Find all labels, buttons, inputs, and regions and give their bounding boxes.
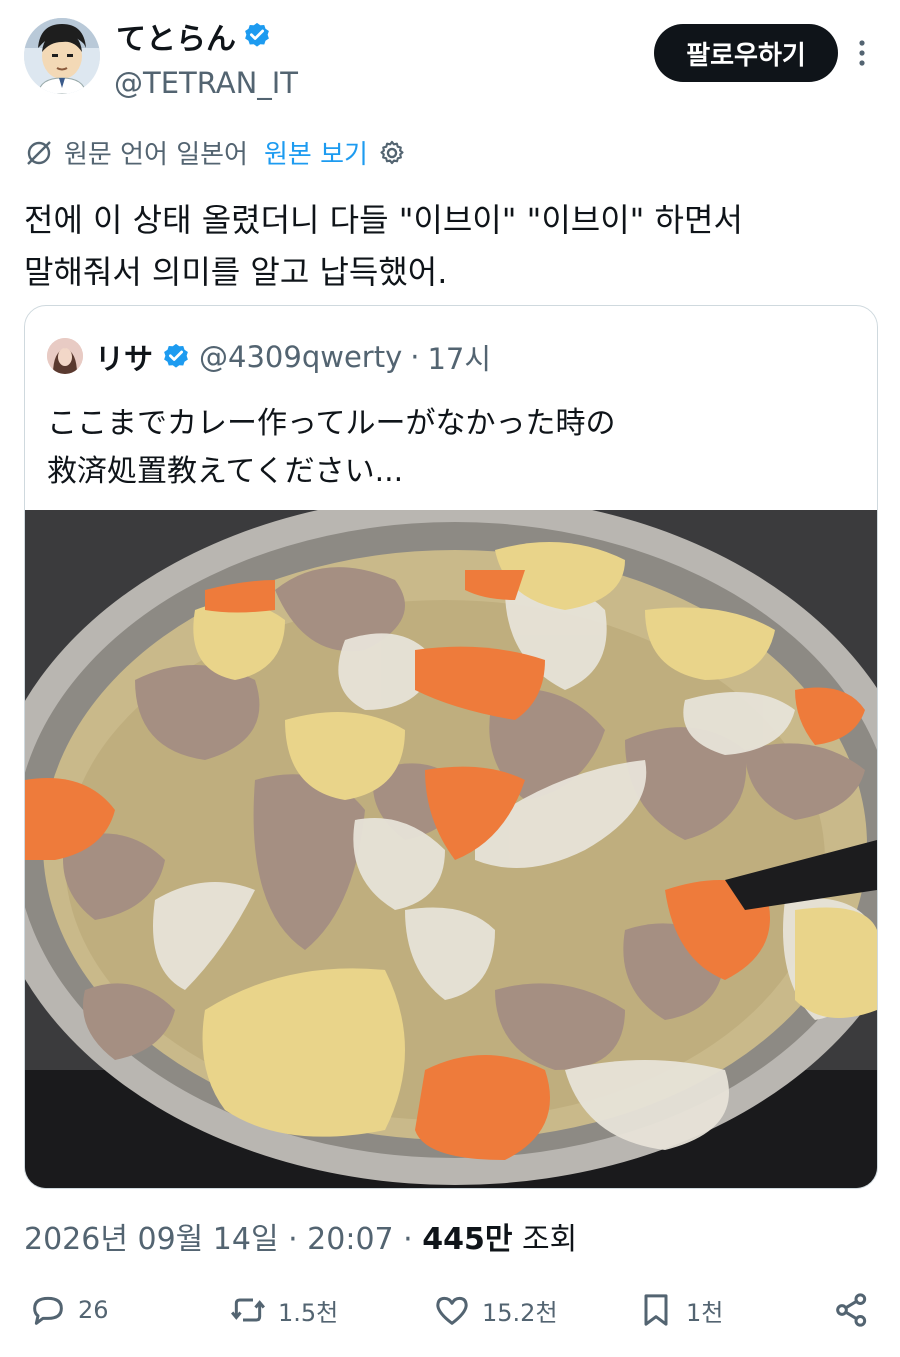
tweet-meta: 2026년 09월 14일 · 20:07 · 445만 조회 — [24, 1214, 577, 1258]
tweet-line: 말해줘서 의미를 알고 납득했어. — [24, 253, 448, 291]
verified-badge-icon — [164, 343, 188, 368]
share-button[interactable] — [832, 1290, 872, 1330]
tweet-text: 전에 이 상태 올렸더니 다들 "이브이" "이브이" 하면서 말해줘서 의미를… — [24, 194, 874, 298]
author-name-text: てとらん — [116, 22, 236, 57]
author-handle[interactable]: @TETRAN_IT — [114, 66, 298, 100]
quoted-line: 救済処置教えてください... — [47, 454, 404, 489]
repost-button[interactable]: 1.5천 — [228, 1290, 338, 1330]
quoted-author-name[interactable]: リサ — [95, 336, 153, 378]
like-count: 15.2천 — [482, 1298, 558, 1327]
like-button[interactable]: 15.2천 — [432, 1290, 558, 1330]
quoted-header: リサ @4309qwerty · 17시 — [95, 336, 491, 378]
settings-gear-icon[interactable] — [378, 139, 406, 167]
reply-count: 26 — [78, 1296, 109, 1324]
quoted-author-avatar — [47, 338, 83, 374]
quoted-photo-stew-pot[interactable] — [25, 510, 877, 1188]
reply-icon — [33, 1296, 63, 1325]
translation-info: 원문 언어 일본어 — [64, 140, 248, 170]
quoted-time[interactable]: 17시 — [427, 336, 491, 378]
repost-icon — [231, 1298, 265, 1322]
quoted-author-handle: @4309qwerty — [199, 340, 403, 374]
repost-count: 1.5천 — [278, 1298, 339, 1327]
reply-button[interactable]: 26 — [28, 1290, 109, 1330]
translation-bar: 원문 언어 일본어 원본 보기 — [24, 134, 406, 171]
action-bar: 26 1.5천 15.2천 1천 — [0, 1290, 900, 1340]
bookmark-count: 1천 — [686, 1298, 724, 1327]
bookmark-icon — [644, 1294, 668, 1326]
quoted-separator: · — [410, 340, 420, 374]
quoted-text: ここまでカレー作ってルーがなかった時の 救済処置教えてください... — [47, 400, 616, 496]
tweet-line: 전에 이 상태 올렸더니 다들 "이브이" "이브이" 하면서 — [24, 201, 743, 239]
translate-icon — [27, 140, 51, 165]
heart-icon — [436, 1296, 468, 1325]
verified-badge-icon — [245, 22, 269, 47]
bookmark-button[interactable]: 1천 — [636, 1290, 723, 1330]
view-label: 조회 — [522, 1222, 578, 1257]
author-avatar[interactable] — [24, 18, 100, 94]
quoted-line: ここまでカレー作ってルーがなかった時の — [47, 406, 616, 441]
show-original-link[interactable]: 원본 보기 — [264, 134, 368, 171]
view-count: 445만 — [422, 1222, 513, 1257]
follow-button[interactable]: 팔로우하기 — [654, 24, 838, 82]
tweet-date[interactable]: 2026년 09월 14일 · 20:07 · — [24, 1222, 413, 1257]
more-options-icon[interactable] — [852, 36, 872, 70]
author-display-name[interactable]: てとらん — [116, 14, 272, 58]
share-icon — [836, 1293, 867, 1327]
quoted-tweet-card[interactable]: リサ @4309qwerty · 17시 ここまでカレー作ってルーがなかった時の… — [24, 305, 878, 1189]
